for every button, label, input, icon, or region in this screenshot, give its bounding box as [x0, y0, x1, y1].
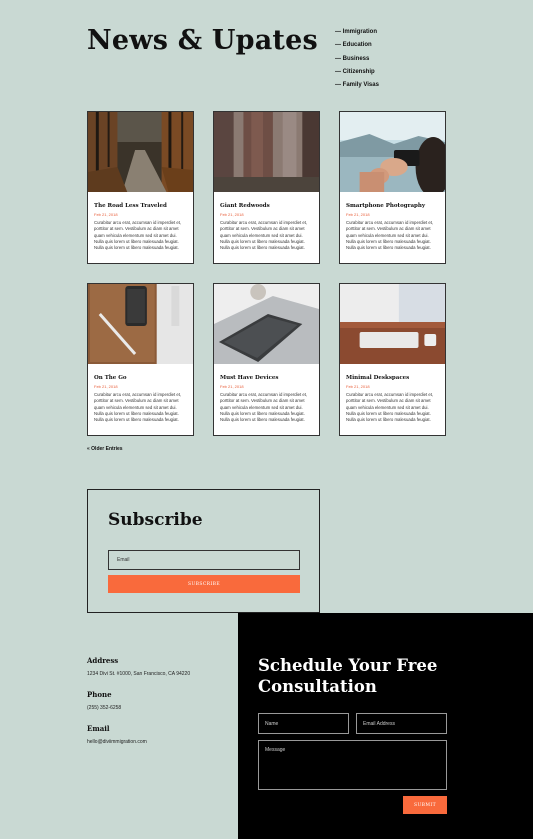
post-excerpt: Curabitur arcu erat, accumsan id imperdi… — [346, 220, 434, 251]
category-link-business[interactable]: — Business — [335, 56, 369, 62]
subscribe-email-input[interactable] — [108, 550, 300, 570]
address-label: Address — [87, 656, 119, 665]
category-link-family-visas[interactable]: — Family Visas — [335, 82, 379, 88]
laptop-photo-image[interactable] — [214, 284, 319, 364]
post-date: Feb 21, 2018 — [220, 212, 244, 217]
message-textarea[interactable] — [258, 740, 447, 790]
post-date: Feb 21, 2018 — [346, 212, 370, 217]
category-item[interactable]: — Family Visas — [335, 81, 379, 94]
post-title[interactable]: Smartphone Photography — [346, 202, 439, 210]
post-card[interactable]: Minimal Deskspaces Feb 21, 2018 Curabitu… — [339, 283, 446, 436]
phone-notebook-photo-image[interactable] — [88, 284, 193, 364]
category-item[interactable]: — Business — [335, 55, 379, 68]
name-input[interactable] — [258, 713, 349, 734]
post-excerpt: Curabitur arcu erat, accumsan id imperdi… — [220, 392, 308, 423]
post-excerpt: Curabitur arcu erat, accumsan id imperdi… — [94, 392, 182, 423]
phone-label: Phone — [87, 690, 112, 699]
post-date: Feb 21, 2018 — [94, 212, 118, 217]
smartphone-photo-image[interactable] — [340, 112, 445, 192]
category-link-citizenship[interactable]: — Citizenship — [335, 69, 375, 75]
page-title: News & Upates — [87, 25, 318, 56]
post-card[interactable]: Giant Redwoods Feb 21, 2018 Curabitur ar… — [213, 111, 320, 264]
subscribe-box: Subscribe SUBSCRIBE — [87, 489, 320, 613]
consultation-panel: Schedule Your Free Consultation SUBMIT — [238, 613, 533, 839]
road-photo-image[interactable] — [88, 112, 193, 192]
post-title[interactable]: Minimal Deskspaces — [346, 374, 439, 382]
post-card[interactable]: Must Have Devices Feb 21, 2018 Curabitur… — [213, 283, 320, 436]
category-list: — Immigration — Education — Business — C… — [335, 28, 379, 94]
consultation-heading: Schedule Your Free Consultation — [258, 655, 437, 697]
post-excerpt: Curabitur arcu erat, accumsan id imperdi… — [346, 392, 434, 423]
phone-value: (255) 352-6258 — [87, 705, 122, 711]
consultation-heading-line1: Schedule Your Free — [258, 656, 438, 675]
category-item[interactable]: — Citizenship — [335, 68, 379, 81]
post-title[interactable]: Giant Redwoods — [220, 202, 313, 210]
post-date: Feb 21, 2018 — [346, 384, 370, 389]
redwoods-photo-image[interactable] — [214, 112, 319, 192]
category-link-education[interactable]: — Education — [335, 42, 372, 48]
post-title[interactable]: On The Go — [94, 374, 187, 382]
email-address-input[interactable] — [356, 713, 447, 734]
post-card[interactable]: On The Go Feb 21, 2018 Curabitur arcu er… — [87, 283, 194, 436]
contact-info: Address 1234 Divi St. #1000, San Francis… — [87, 656, 190, 758]
submit-button[interactable]: SUBMIT — [403, 796, 447, 814]
category-item[interactable]: — Immigration — [335, 28, 379, 41]
category-link-immigration[interactable]: — Immigration — [335, 29, 377, 35]
post-date: Feb 21, 2018 — [220, 384, 244, 389]
subscribe-button[interactable]: SUBSCRIBE — [108, 575, 300, 593]
email-value: hello@diviimmigration.com — [87, 739, 147, 745]
category-item[interactable]: — Education — [335, 41, 379, 54]
email-label: Email — [87, 724, 110, 733]
older-entries-link[interactable]: « Older Entries — [87, 446, 123, 452]
post-excerpt: Curabitur arcu erat, accumsan id imperdi… — [220, 220, 308, 251]
address-value: 1234 Divi St. #1000, San Francisco, CA 9… — [87, 671, 191, 677]
subscribe-heading: Subscribe — [108, 510, 203, 530]
post-title[interactable]: The Road Less Traveled — [94, 202, 187, 210]
post-date: Feb 21, 2018 — [94, 384, 118, 389]
post-title[interactable]: Must Have Devices — [220, 374, 313, 382]
consultation-heading-line2: Consultation — [258, 677, 377, 696]
post-card[interactable]: Smartphone Photography Feb 21, 2018 Cura… — [339, 111, 446, 264]
post-excerpt: Curabitur arcu erat, accumsan id imperdi… — [94, 220, 182, 251]
desk-keyboard-photo-image[interactable] — [340, 284, 445, 364]
post-card[interactable]: The Road Less Traveled Feb 21, 2018 Cura… — [87, 111, 194, 264]
